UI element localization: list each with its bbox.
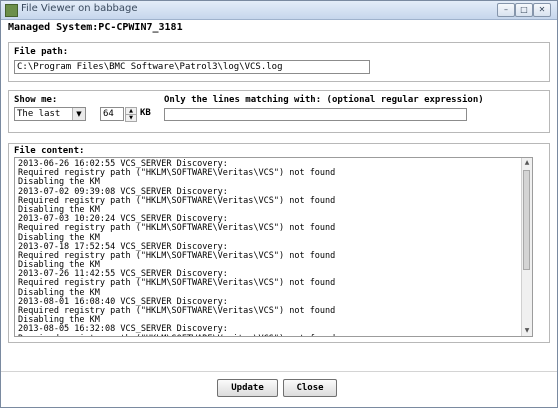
size-spinner[interactable]: 64 ▲ ▼ (100, 107, 137, 122)
file-path-label: File path: (14, 47, 69, 57)
close-button[interactable]: Close (283, 379, 337, 397)
file-content-panel: File content: 2013-06-26 16:02:55 VCS_SE… (8, 143, 550, 343)
scroll-up-icon[interactable]: ▲ (522, 158, 532, 168)
update-button[interactable]: Update (217, 379, 278, 397)
file-content-label: File content: (14, 146, 85, 156)
show-me-label: Show me: (14, 95, 58, 105)
file-viewer-window: File Viewer on babbage – □ ✕ Managed Sys… (0, 0, 558, 408)
scroll-down-icon[interactable]: ▼ (522, 326, 532, 336)
managed-system-label: Managed System:PC-CPWIN7_3181 (8, 22, 183, 33)
spin-down-icon[interactable]: ▼ (125, 114, 137, 122)
regex-input[interactable] (164, 108, 467, 121)
vertical-scrollbar[interactable]: ▲ ▼ (521, 158, 532, 336)
app-icon (5, 4, 18, 17)
file-content-area[interactable]: 2013-06-26 16:02:55 VCS_SERVER Discovery… (14, 157, 533, 337)
title-bar[interactable]: File Viewer on babbage – □ ✕ (1, 1, 557, 20)
maximize-button[interactable]: □ (515, 3, 533, 17)
minimize-button[interactable]: – (497, 3, 515, 17)
filter-panel: Show me: The last ▼ 64 ▲ ▼ KB Only the l… (8, 90, 550, 133)
show-me-value: The last (17, 109, 61, 119)
footer-divider (1, 371, 557, 372)
size-unit-label: KB (140, 108, 151, 118)
window-title: File Viewer on babbage (21, 3, 138, 14)
regex-label: Only the lines matching with: (optional … (164, 95, 484, 105)
file-path-input[interactable]: C:\Program Files\BMC Software\Patrol3\lo… (14, 60, 370, 74)
size-input[interactable]: 64 (100, 107, 124, 121)
file-content-lines: 2013-06-26 16:02:55 VCS_SERVER Discovery… (18, 159, 335, 336)
scrollbar-thumb[interactable] (523, 170, 530, 270)
file-path-panel: File path: C:\Program Files\BMC Software… (8, 42, 550, 82)
close-window-button[interactable]: ✕ (533, 3, 551, 17)
log-line: Required registry path ("HKLM\SOFTWARE\V… (18, 334, 335, 336)
show-me-select[interactable]: The last ▼ (14, 107, 86, 121)
chevron-down-icon[interactable]: ▼ (72, 108, 85, 120)
